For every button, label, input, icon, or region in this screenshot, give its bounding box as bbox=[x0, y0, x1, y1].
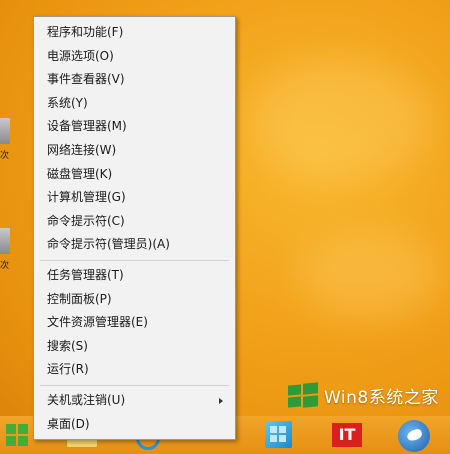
wallpaper-glow bbox=[250, 60, 430, 180]
menu-item-label: 网络连接(W) bbox=[47, 142, 117, 157]
menu-item-label: 电源选项(O) bbox=[47, 48, 114, 63]
bird-app-icon[interactable] bbox=[398, 420, 430, 452]
it-news-icon[interactable]: IT bbox=[331, 420, 362, 450]
menu-item-label: 任务管理器(T) bbox=[47, 267, 124, 282]
menu-item-label: 设备管理器(M) bbox=[47, 119, 127, 134]
menu-item-run[interactable]: 运行(R) bbox=[34, 358, 235, 382]
menu-item-desktop[interactable]: 桌面(D) bbox=[34, 413, 235, 437]
winx-context-menu: 程序和功能(F) 电源选项(O) 事件查看器(V) 系统(Y) 设备管理器(M)… bbox=[33, 16, 236, 440]
desktop-icon-label: 次 bbox=[0, 261, 10, 271]
menu-item-label: 搜索(S) bbox=[47, 338, 88, 353]
menu-separator bbox=[40, 384, 229, 386]
menu-item-event-viewer[interactable]: 事件查看器(V) bbox=[34, 68, 235, 92]
menu-item-label: 计算机管理(G) bbox=[47, 190, 126, 205]
menu-item-search[interactable]: 搜索(S) bbox=[34, 335, 235, 359]
menu-group-system-tools: 程序和功能(F) 电源选项(O) 事件查看器(V) 系统(Y) 设备管理器(M)… bbox=[34, 21, 235, 257]
menu-item-label: 命令提示符(C) bbox=[47, 213, 125, 228]
menu-group-shell: 任务管理器(T) 控制面板(P) 文件资源管理器(E) 搜索(S) 运行(R) bbox=[34, 264, 235, 382]
menu-item-label: 程序和功能(F) bbox=[47, 25, 124, 39]
it-news-label: IT bbox=[332, 423, 362, 447]
menu-item-control-panel[interactable]: 控制面板(P) bbox=[34, 288, 235, 312]
menu-item-disk-management[interactable]: 磁盘管理(K) bbox=[34, 163, 235, 187]
desktop: 次 次 Win8系统之家 IT 程序和功能(F) 电源选项(O) 事件查看器(V… bbox=[0, 0, 450, 454]
menu-item-label: 磁盘管理(K) bbox=[47, 166, 113, 181]
menu-item-label: 文件资源管理器(E) bbox=[47, 315, 148, 330]
menu-item-label: 命令提示符(管理员)(A) bbox=[47, 237, 170, 252]
menu-item-label: 桌面(D) bbox=[47, 416, 90, 431]
wallpaper-glow bbox=[300, 230, 440, 320]
submenu-arrow-icon bbox=[219, 397, 223, 404]
menu-item-label: 控制面板(P) bbox=[47, 291, 112, 306]
menu-item-label: 系统(Y) bbox=[47, 95, 88, 110]
start-screen-icon[interactable] bbox=[263, 420, 293, 450]
menu-item-programs-features[interactable]: 程序和功能(F) bbox=[34, 21, 235, 45]
menu-item-power-options[interactable]: 电源选项(O) bbox=[34, 45, 235, 69]
menu-item-label: 运行(R) bbox=[47, 362, 89, 377]
menu-item-network-connections[interactable]: 网络连接(W) bbox=[34, 139, 235, 163]
desktop-file-icon[interactable] bbox=[0, 228, 10, 254]
menu-item-label: 事件查看器(V) bbox=[47, 72, 125, 87]
desktop-file-icon[interactable] bbox=[0, 118, 10, 144]
menu-item-file-explorer[interactable]: 文件资源管理器(E) bbox=[34, 311, 235, 335]
menu-item-computer-management[interactable]: 计算机管理(G) bbox=[34, 186, 235, 210]
menu-item-label: 关机或注销(U) bbox=[47, 392, 126, 407]
menu-item-device-manager[interactable]: 设备管理器(M) bbox=[34, 115, 235, 139]
menu-separator bbox=[40, 259, 229, 261]
menu-group-session: 关机或注销(U) 桌面(D) bbox=[34, 389, 235, 436]
menu-item-system[interactable]: 系统(Y) bbox=[34, 92, 235, 116]
menu-item-command-prompt[interactable]: 命令提示符(C) bbox=[34, 210, 235, 234]
menu-item-task-manager[interactable]: 任务管理器(T) bbox=[34, 264, 235, 288]
windows-logo-icon bbox=[288, 382, 318, 408]
site-watermark: Win8系统之家 bbox=[288, 378, 439, 412]
menu-item-shutdown-signout[interactable]: 关机或注销(U) bbox=[34, 389, 235, 413]
menu-item-command-prompt-admin[interactable]: 命令提示符(管理员)(A) bbox=[34, 233, 235, 257]
watermark-text: Win8系统之家 bbox=[324, 387, 439, 408]
start-button[interactable] bbox=[6, 424, 28, 446]
desktop-icon-label: 次 bbox=[0, 151, 10, 161]
